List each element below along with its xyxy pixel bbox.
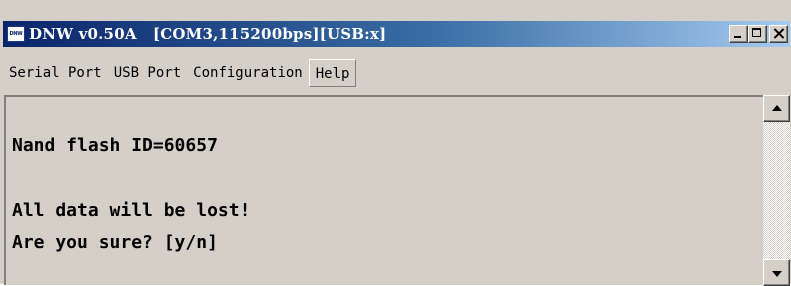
menu-serial-port[interactable]: Serial Port	[3, 59, 108, 87]
window-title: DNW v0.50A [COM3,115200bps][USB:x]	[29, 25, 387, 43]
menu-bar: Serial Port USB Port Configuration Help	[3, 57, 357, 89]
close-icon	[773, 27, 785, 39]
maximize-button[interactable]	[748, 25, 767, 43]
terminal-line-warning: All data will be lost!	[12, 200, 251, 221]
scroll-up-button[interactable]	[763, 95, 790, 122]
maximize-icon	[752, 28, 761, 37]
close-button[interactable]	[769, 25, 788, 43]
menu-help[interactable]: Help	[308, 59, 357, 87]
app-icon: DNW	[7, 26, 25, 42]
title-bar[interactable]: DNW DNW v0.50A [COM3,115200bps][USB:x]	[3, 21, 790, 47]
arrow-up-icon	[772, 105, 782, 111]
arrow-down-icon	[772, 271, 782, 277]
minimize-icon	[734, 36, 741, 38]
menu-configuration[interactable]: Configuration	[187, 59, 309, 87]
window-controls	[729, 25, 788, 43]
scroll-down-button[interactable]	[763, 259, 790, 286]
vertical-scrollbar[interactable]	[763, 95, 790, 286]
menu-usb-port[interactable]: USB Port	[108, 59, 187, 87]
terminal-line-prompt: Are you sure? [y/n]	[12, 232, 218, 253]
terminal-output[interactable]: Nand flash ID=60657 All data will be los…	[4, 95, 763, 285]
terminal-line-nand-id: Nand flash ID=60657	[12, 135, 218, 156]
dnw-window: DNW DNW v0.50A [COM3,115200bps][USB:x] S…	[0, 0, 791, 286]
minimize-button[interactable]	[729, 25, 748, 43]
